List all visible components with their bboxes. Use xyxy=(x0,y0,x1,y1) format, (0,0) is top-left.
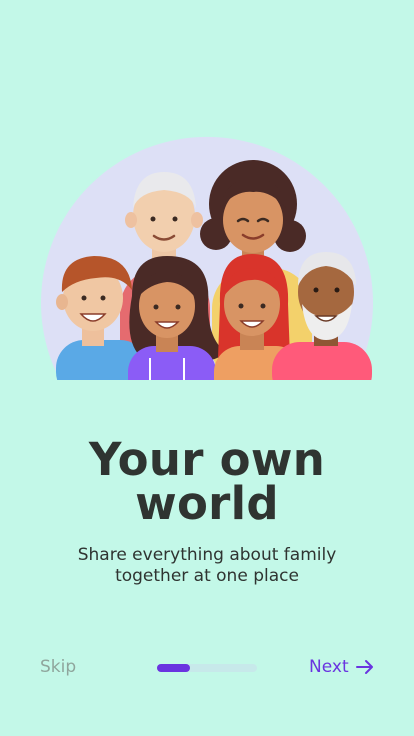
next-label: Next xyxy=(309,657,349,677)
progress-fill xyxy=(157,664,190,672)
next-button[interactable]: Next xyxy=(309,656,375,678)
onboarding-progress-bar xyxy=(157,664,257,672)
page-title: Your own world xyxy=(0,437,414,526)
page-subtitle: Share everything about family together a… xyxy=(0,545,414,587)
family-illustration xyxy=(40,108,374,382)
subtitle-line-2: together at one place xyxy=(115,566,299,586)
subtitle-line-1: Share everything about family xyxy=(77,545,337,565)
skip-button[interactable]: Skip xyxy=(40,657,76,677)
arrow-right-icon xyxy=(355,657,375,677)
onboarding-screen: Your own world Share everything about fa… xyxy=(0,0,414,736)
title-line-2: world xyxy=(135,477,279,530)
